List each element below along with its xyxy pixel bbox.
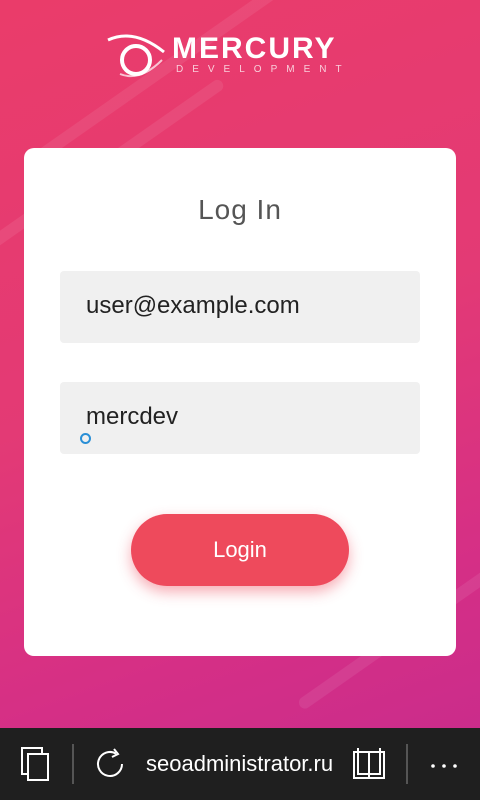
- brand-logo: MERCURY DEVELOPMENT: [100, 26, 380, 86]
- password-value: mercdev: [86, 403, 179, 430]
- login-card: Log In user@example.com mercdev Login: [24, 148, 456, 656]
- reading-view-icon[interactable]: [352, 746, 386, 782]
- browser-bottom-bar: seoadministrator.ru: [0, 728, 480, 800]
- email-field[interactable]: user@example.com: [60, 271, 420, 343]
- tabs-icon[interactable]: [20, 746, 52, 782]
- login-title: Log In: [198, 194, 282, 225]
- bar-divider: [72, 744, 74, 784]
- email-value: user@example.com: [86, 292, 300, 319]
- more-icon[interactable]: [430, 762, 458, 770]
- mercury-logo-icon: [107, 34, 165, 78]
- login-button[interactable]: Login: [131, 514, 349, 586]
- refresh-icon[interactable]: [92, 746, 128, 782]
- address-bar-url[interactable]: seoadministrator.ru: [146, 751, 333, 777]
- touch-cursor-indicator: [80, 433, 91, 444]
- password-field[interactable]: mercdev: [60, 382, 420, 454]
- brand-name: MERCURY: [172, 32, 337, 65]
- brand-subtitle: DEVELOPMENT: [176, 64, 351, 75]
- bar-divider: [406, 744, 408, 784]
